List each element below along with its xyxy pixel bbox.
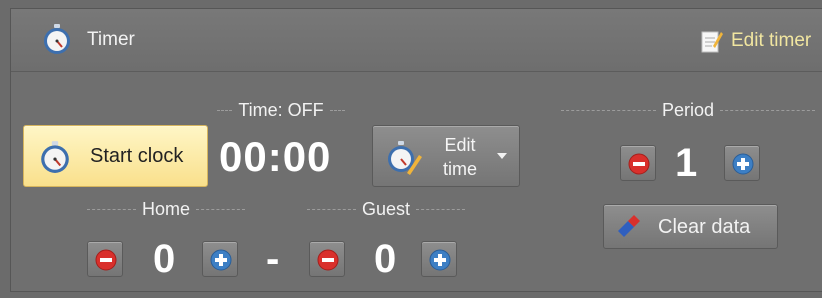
period-value: 1 [675,141,698,185]
plus-circle-icon [732,153,754,175]
edit-timer-link[interactable]: Edit timer [701,27,811,55]
period-label-text: Period [661,100,715,120]
home-label: Home [81,199,251,220]
edit-time-label: Edit time [435,133,485,181]
minus-circle-icon [628,153,650,175]
chevron-down-icon [497,153,507,159]
home-increment-button[interactable] [202,241,238,277]
edit-time-button[interactable]: Edit time [372,125,520,187]
start-clock-button[interactable]: Start clock [23,125,208,187]
stopwatch-pencil-icon [388,141,422,175]
guest-score: 0 [374,237,397,281]
home-score: 0 [153,237,176,281]
stopwatch-icon [44,24,70,54]
divider [217,110,233,111]
start-clock-label: Start clock [90,145,184,167]
time-status-text: Time: OFF [238,100,324,120]
score-separator: - [266,237,280,281]
divider [416,209,465,210]
edit-time-line2: time [442,159,477,179]
guest-label-text: Guest [361,199,411,219]
minus-circle-icon [317,249,339,271]
edit-time-line1: Edit [444,135,476,155]
divider [307,209,356,210]
stopwatch-icon [41,141,69,173]
panel-header: Timer Edit timer [11,9,822,72]
timer-display: 00:00 [219,133,332,180]
clear-data-button[interactable]: Clear data [603,204,778,249]
panel-title: Timer [87,29,135,50]
plus-circle-icon [210,249,232,271]
guest-label: Guest [301,199,471,220]
timer-panel: Timer Edit timer Time: OFF Start clock 0… [10,8,822,292]
period-decrement-button[interactable] [620,145,656,181]
divider [720,110,815,111]
eraser-icon [618,215,640,237]
edit-timer-label: Edit timer [731,30,812,51]
plus-circle-icon [429,249,451,271]
guest-decrement-button[interactable] [309,241,345,277]
home-label-text: Home [142,199,191,219]
period-increment-button[interactable] [724,145,760,181]
home-decrement-button[interactable] [87,241,123,277]
guest-increment-button[interactable] [421,241,457,277]
divider [196,209,246,210]
clear-data-label: Clear data [658,216,751,238]
period-label: Period [555,100,821,121]
divider [561,110,656,111]
divider [87,209,136,210]
time-status-label: Time: OFF [211,100,351,121]
divider [329,110,346,111]
notepad-pencil-icon [701,31,723,53]
minus-circle-icon [95,249,117,271]
